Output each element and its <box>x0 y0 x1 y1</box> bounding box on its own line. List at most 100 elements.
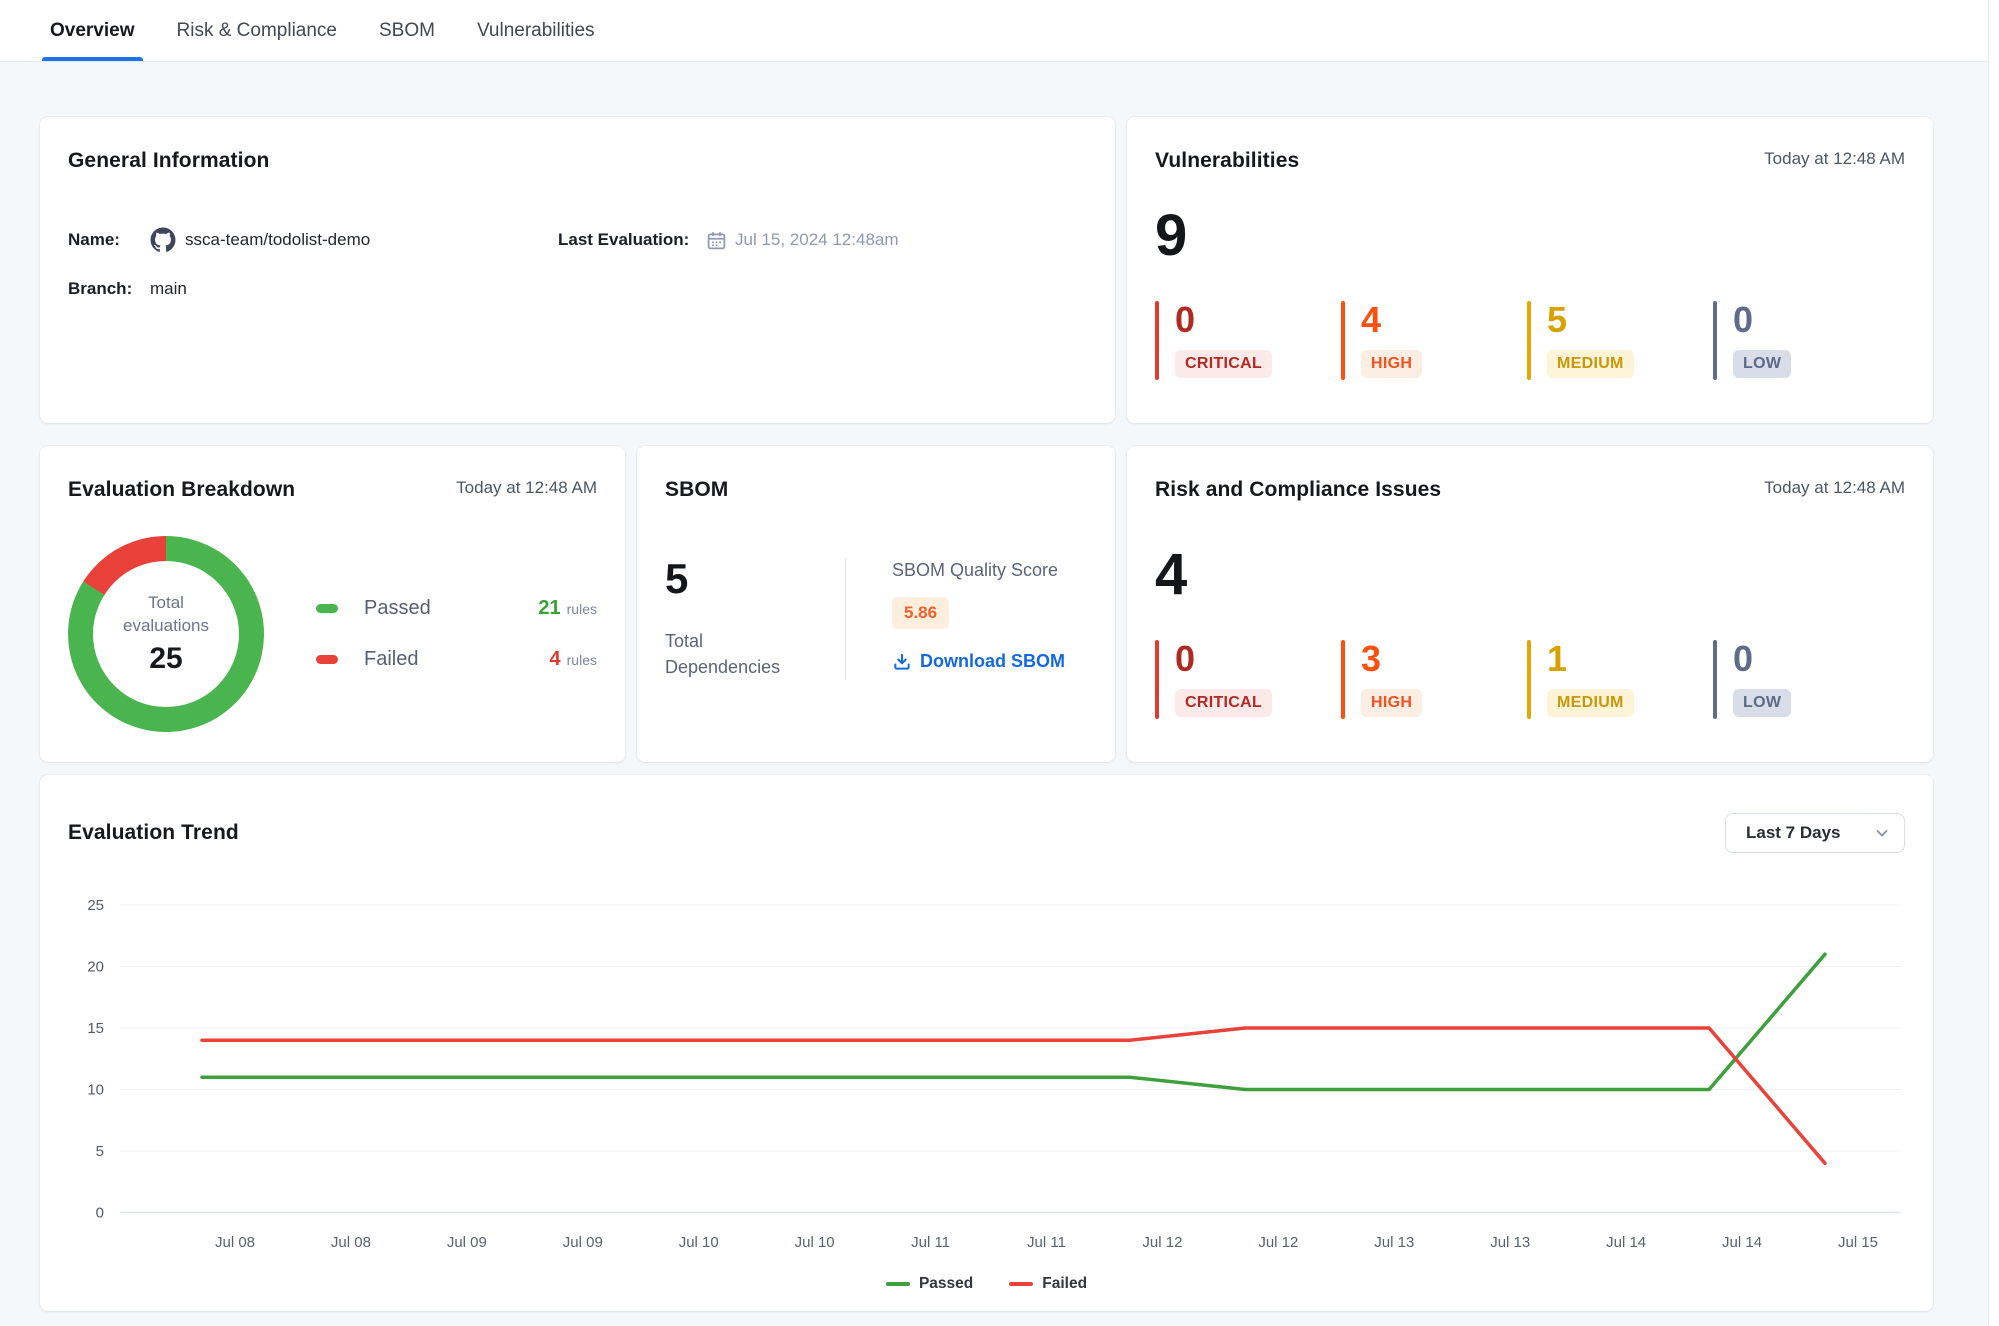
last-evaluation-value: Jul 15, 2024 12:48am <box>735 230 899 250</box>
severity-label-badge: LOW <box>1733 350 1791 378</box>
chevron-down-icon <box>1874 825 1890 841</box>
severity-item-critical: 0 CRITICAL <box>1155 640 1341 719</box>
severity-bar <box>1527 301 1531 380</box>
card-sbom: SBOM 5 Total Dependencies SBOM Quality S… <box>637 446 1115 762</box>
legend-line-swatch <box>1009 1282 1033 1286</box>
tab-vulnerabilities[interactable]: Vulnerabilities <box>477 0 595 61</box>
svg-text:Jul 13: Jul 13 <box>1374 1234 1414 1251</box>
vulnerabilities-timestamp: Today at 12:48 AM <box>1764 149 1905 169</box>
risk-compliance-title: Risk and Compliance Issues <box>1155 478 1441 502</box>
svg-text:10: 10 <box>87 1082 104 1099</box>
donut-total-value: 25 <box>149 642 182 676</box>
download-sbom-label: Download SBOM <box>920 651 1065 672</box>
severity-label-badge: MEDIUM <box>1547 689 1634 717</box>
total-dependencies-value: 5 <box>665 558 845 600</box>
svg-text:Jul 11: Jul 11 <box>911 1234 950 1251</box>
donut-center-label: Total evaluations <box>110 592 222 638</box>
legend-label: Failed <box>364 648 418 671</box>
legend-label: Failed <box>1042 1275 1087 1293</box>
severity-label-badge: HIGH <box>1361 689 1422 717</box>
severity-label-badge: CRITICAL <box>1175 689 1272 717</box>
svg-text:Jul 08: Jul 08 <box>331 1234 371 1251</box>
trend-legend-failed[interactable]: Failed <box>1009 1275 1087 1293</box>
severity-label-badge: HIGH <box>1361 350 1422 378</box>
svg-text:Jul 14: Jul 14 <box>1606 1234 1646 1251</box>
trend-legend: Passed Failed <box>68 1275 1905 1293</box>
date-range-value: Last 7 Days <box>1746 823 1841 843</box>
legend-unit: rules <box>567 652 597 668</box>
severity-bar <box>1713 640 1717 719</box>
svg-text:20: 20 <box>87 959 104 976</box>
svg-text:Jul 15: Jul 15 <box>1838 1234 1878 1251</box>
legend-line-swatch <box>886 1282 910 1286</box>
evaluations-legend: Passed 21 rules Failed 4 rules <box>316 597 597 671</box>
severity-label-badge: LOW <box>1733 689 1791 717</box>
last-evaluation-row: Last Evaluation: Jul 15, 2024 12:48am <box>558 227 1087 253</box>
severity-item-low: 0 LOW <box>1713 301 1899 380</box>
name-label: Name: <box>68 230 134 250</box>
evaluation-breakdown-title: Evaluation Breakdown <box>68 478 295 502</box>
svg-text:Jul 09: Jul 09 <box>563 1234 603 1251</box>
card-evaluation-trend: Evaluation Trend Last 7 Days 0 5 10 15 20 25 J… <box>40 775 1933 1311</box>
dashboard-content: General Information Name: ssca-team/todo… <box>0 62 1999 1311</box>
legend-row-failed[interactable]: Failed 4 rules <box>316 648 597 671</box>
total-dependencies-label: Total Dependencies <box>665 628 800 680</box>
trend-chart: 0510152025Jul 08Jul 08Jul 09Jul 09Jul 10… <box>68 873 1905 1273</box>
severity-bar <box>1341 640 1345 719</box>
tab-overview[interactable]: Overview <box>50 0 135 61</box>
repo-name-row: Name: ssca-team/todolist-demo <box>68 227 558 253</box>
repo-name-value: ssca-team/todolist-demo <box>185 230 370 250</box>
legend-value: 4 <box>550 648 561 671</box>
severity-bar <box>1155 301 1159 380</box>
severity-count: 0 <box>1175 641 1195 677</box>
svg-text:Jul 10: Jul 10 <box>679 1234 719 1251</box>
svg-text:0: 0 <box>96 1205 104 1222</box>
svg-text:25: 25 <box>87 897 104 914</box>
severity-bar <box>1713 301 1717 380</box>
risk-severity-row: 0 CRITICAL 3 HIGH 1 MEDIUM <box>1155 640 1905 719</box>
svg-text:Jul 12: Jul 12 <box>1142 1234 1182 1251</box>
tab-risk-compliance[interactable]: Risk & Compliance <box>177 0 338 61</box>
severity-label-badge: CRITICAL <box>1175 350 1272 378</box>
download-sbom-link[interactable]: Download SBOM <box>892 651 1065 672</box>
legend-label: Passed <box>919 1275 973 1293</box>
severity-item-critical: 0 CRITICAL <box>1155 301 1341 380</box>
card-general-information: General Information Name: ssca-team/todo… <box>40 117 1115 423</box>
svg-text:Jul 11: Jul 11 <box>1027 1234 1066 1251</box>
severity-count: 4 <box>1361 302 1381 338</box>
evaluations-donut-chart: Total evaluations 25 <box>68 536 264 732</box>
severity-count: 1 <box>1547 641 1567 677</box>
svg-text:Jul 13: Jul 13 <box>1490 1234 1530 1251</box>
svg-text:Jul 10: Jul 10 <box>795 1234 835 1251</box>
download-icon <box>892 652 912 672</box>
legend-row-passed[interactable]: Passed 21 rules <box>316 597 597 620</box>
legend-value: 21 <box>538 597 560 620</box>
svg-text:Jul 14: Jul 14 <box>1722 1234 1762 1251</box>
risk-compliance-total: 4 <box>1155 546 1905 604</box>
severity-bar <box>1341 301 1345 380</box>
vulnerabilities-total: 9 <box>1155 207 1905 265</box>
calendar-icon <box>706 230 727 251</box>
vulnerabilities-title: Vulnerabilities <box>1155 149 1299 173</box>
trend-legend-passed[interactable]: Passed <box>886 1275 973 1293</box>
severity-count: 5 <box>1547 302 1567 338</box>
severity-count: 0 <box>1733 641 1753 677</box>
date-range-select[interactable]: Last 7 Days <box>1725 813 1905 853</box>
severity-item-high: 4 HIGH <box>1341 301 1527 380</box>
svg-text:5: 5 <box>96 1143 104 1160</box>
risk-compliance-timestamp: Today at 12:48 AM <box>1764 478 1905 498</box>
sbom-title: SBOM <box>665 478 728 502</box>
last-evaluation-label: Last Evaluation: <box>558 230 690 250</box>
sbom-quality-score-value: 5.86 <box>892 597 949 629</box>
svg-text:15: 15 <box>87 1020 104 1037</box>
severity-item-medium: 1 MEDIUM <box>1527 640 1713 719</box>
severity-bar <box>1527 640 1531 719</box>
sbom-quality-score-label: SBOM Quality Score <box>892 560 1065 581</box>
severity-item-high: 3 HIGH <box>1341 640 1527 719</box>
scrollbar-track[interactable] <box>1988 0 1999 1326</box>
github-icon <box>150 227 176 253</box>
general-information-title: General Information <box>68 149 269 173</box>
tab-sbom[interactable]: SBOM <box>379 0 435 61</box>
severity-count: 3 <box>1361 641 1381 677</box>
evaluation-trend-title: Evaluation Trend <box>68 821 239 845</box>
